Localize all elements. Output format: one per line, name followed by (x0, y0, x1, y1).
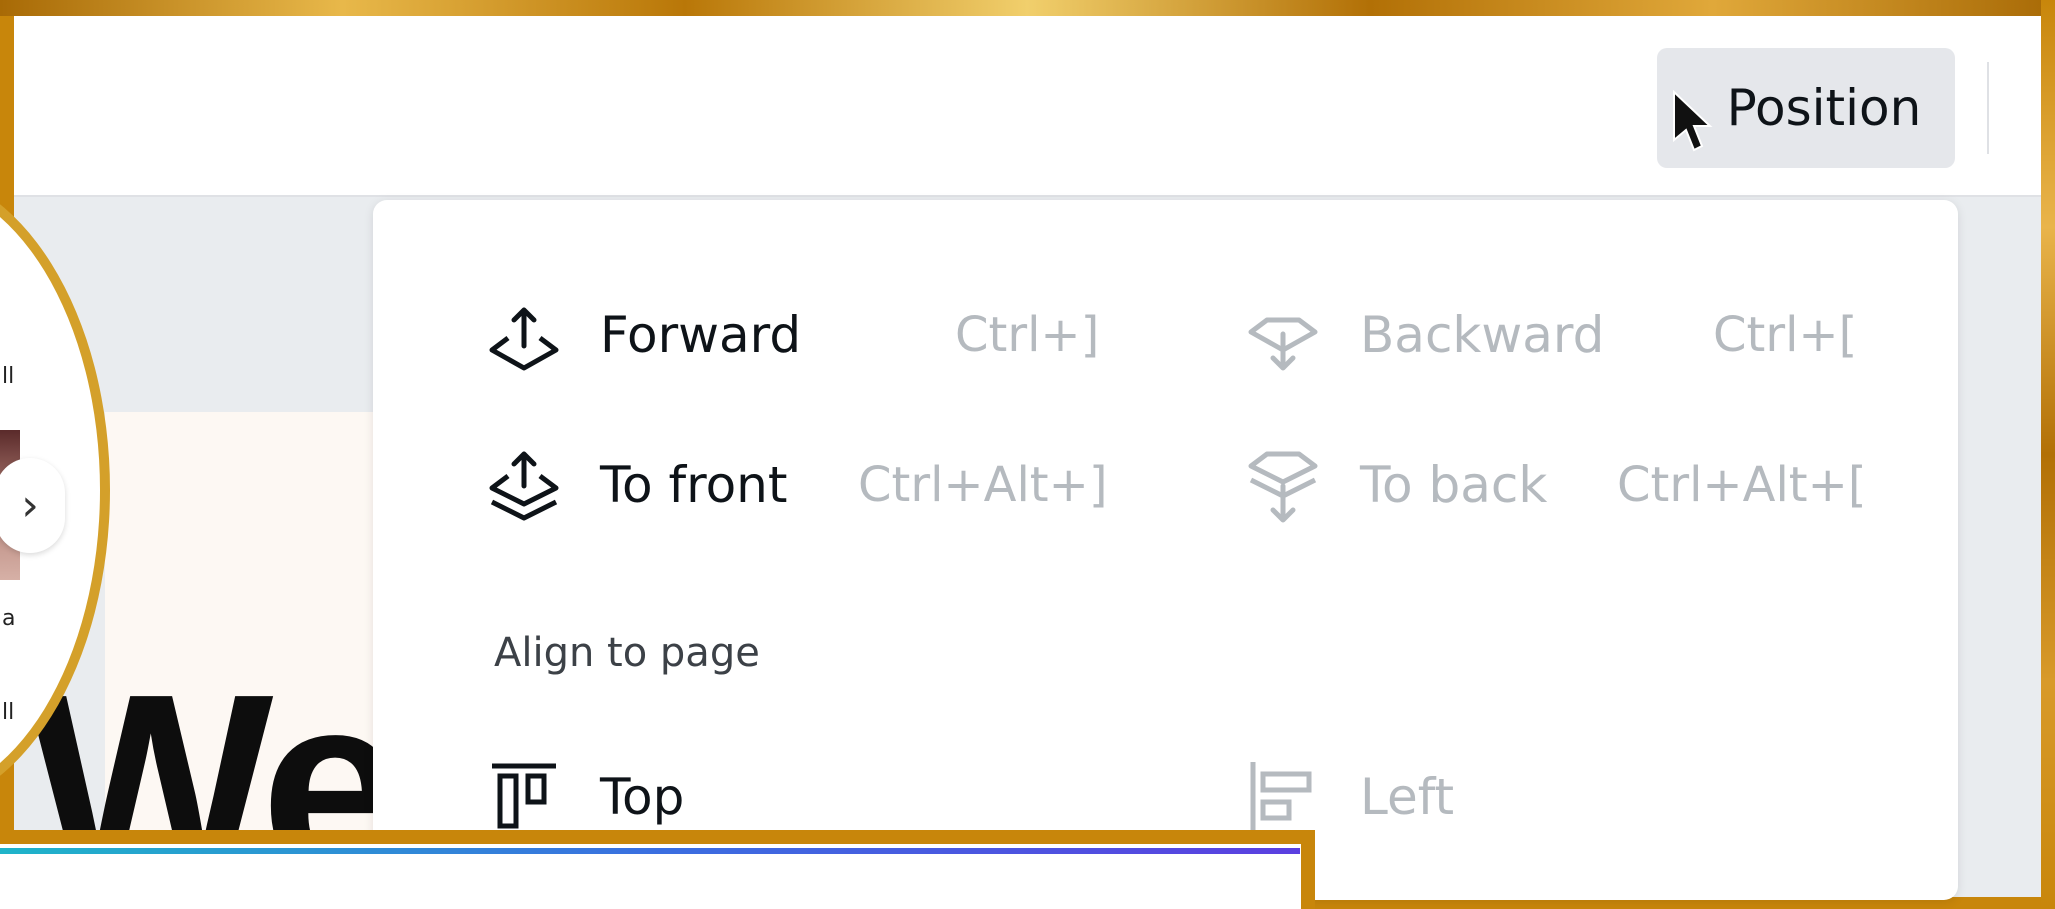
menu-item-backward[interactable]: Backward (1360, 300, 1604, 370)
align-top-icon (492, 763, 556, 829)
menu-item-align-left[interactable]: Left (1360, 762, 1454, 832)
lens-label: a (2, 606, 16, 631)
menu-item-to-front-shortcut: Ctrl+Alt+] (858, 450, 1108, 520)
chevron-right-icon[interactable]: › (0, 458, 65, 553)
menu-item-to-front[interactable]: To front (600, 450, 787, 520)
align-left-icon (1250, 762, 1312, 830)
menu-item-label: To back (1360, 456, 1548, 514)
backward-layer-icon (1248, 317, 1318, 371)
frame-border-top (0, 0, 2055, 16)
frame-border-right (2041, 0, 2055, 909)
shortcut-text: Ctrl+Alt+] (858, 457, 1108, 513)
menu-item-forward[interactable]: Forward (600, 300, 801, 370)
menu-item-label: Top (600, 768, 685, 826)
bottom-overlay-bar (0, 830, 1315, 909)
menu-item-forward-shortcut: Ctrl+] (955, 300, 1099, 370)
menu-item-to-back[interactable]: To back (1360, 450, 1547, 520)
toolbar-separator (1987, 62, 1989, 154)
lens-label: ll (2, 364, 15, 389)
overlay-accent-bar (0, 848, 1300, 854)
mouse-cursor-icon (1673, 90, 1713, 152)
menu-item-backward-shortcut: Ctrl+[ (1713, 300, 1857, 370)
align-to-page-heading: Align to page (494, 630, 760, 676)
lens-label: ll (2, 700, 15, 725)
shortcut-text: Ctrl+] (955, 307, 1100, 363)
menu-item-label: Forward (600, 306, 802, 364)
menu-item-label: To front (600, 456, 788, 514)
to-front-layer-icon (489, 451, 559, 521)
shortcut-text: Ctrl+[ (1713, 307, 1858, 363)
shortcut-text: Ctrl+Alt+[ (1617, 457, 1867, 513)
menu-item-to-back-shortcut: Ctrl+Alt+[ (1617, 450, 1867, 520)
to-back-layer-icon (1248, 451, 1318, 523)
menu-item-label: Left (1360, 768, 1455, 826)
forward-layer-icon (489, 307, 559, 371)
screenshot-stage: Position We ll a ll › Forward Ctrl+] Bac… (0, 0, 2055, 909)
menu-item-label: Backward (1360, 306, 1605, 364)
position-button-label: Position (1726, 79, 1922, 137)
menu-item-align-top[interactable]: Top (600, 762, 684, 832)
